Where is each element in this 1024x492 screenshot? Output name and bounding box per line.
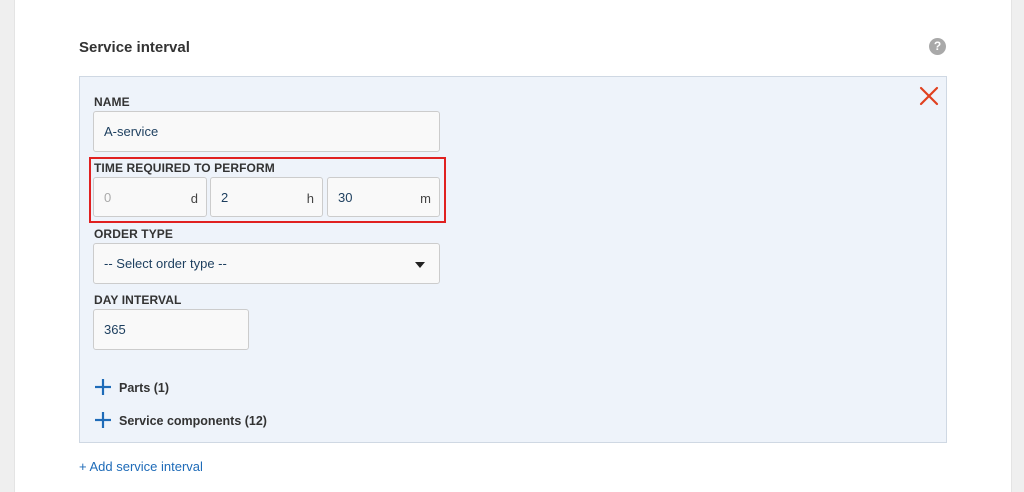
- order-type-select[interactable]: -- Select order type --: [93, 243, 440, 284]
- day-interval-input[interactable]: 365: [93, 309, 249, 350]
- plus-icon: [95, 379, 111, 395]
- day-interval-value: 365: [104, 322, 126, 337]
- parts-expander-label: Parts (1): [119, 381, 170, 395]
- minutes-input[interactable]: 30 m: [327, 177, 440, 217]
- section-title: Service interval: [79, 39, 190, 56]
- days-input-placeholder: 0: [104, 190, 112, 205]
- service-interval-card: Service interval ? NAME A-service TIME R…: [14, 0, 1012, 492]
- order-type-label: ORDER TYPE: [94, 227, 174, 241]
- time-label: TIME REQUIRED TO PERFORM: [94, 161, 275, 175]
- order-type-selected: -- Select order type --: [104, 256, 227, 271]
- days-input[interactable]: 0 d: [93, 177, 207, 217]
- name-label: NAME: [94, 95, 130, 109]
- hours-input[interactable]: 2 h: [210, 177, 323, 217]
- help-icon[interactable]: ?: [929, 38, 946, 55]
- hours-input-value: 2: [221, 190, 229, 205]
- days-unit: d: [190, 191, 198, 206]
- close-icon[interactable]: [918, 85, 940, 107]
- hours-unit: h: [306, 191, 314, 206]
- service-components-expander-label: Service components (12): [119, 414, 267, 428]
- minutes-unit: m: [420, 191, 431, 206]
- name-input-value: A-service: [104, 124, 159, 139]
- name-input[interactable]: A-service: [93, 111, 440, 152]
- service-interval-panel: NAME A-service TIME REQUIRED TO PERFORM …: [79, 76, 947, 443]
- add-service-interval-link[interactable]: + Add service interval: [79, 459, 203, 474]
- plus-icon: [95, 412, 111, 428]
- chevron-down-icon: [415, 262, 425, 268]
- day-interval-label: DAY INTERVAL: [94, 293, 182, 307]
- minutes-input-value: 30: [338, 190, 353, 205]
